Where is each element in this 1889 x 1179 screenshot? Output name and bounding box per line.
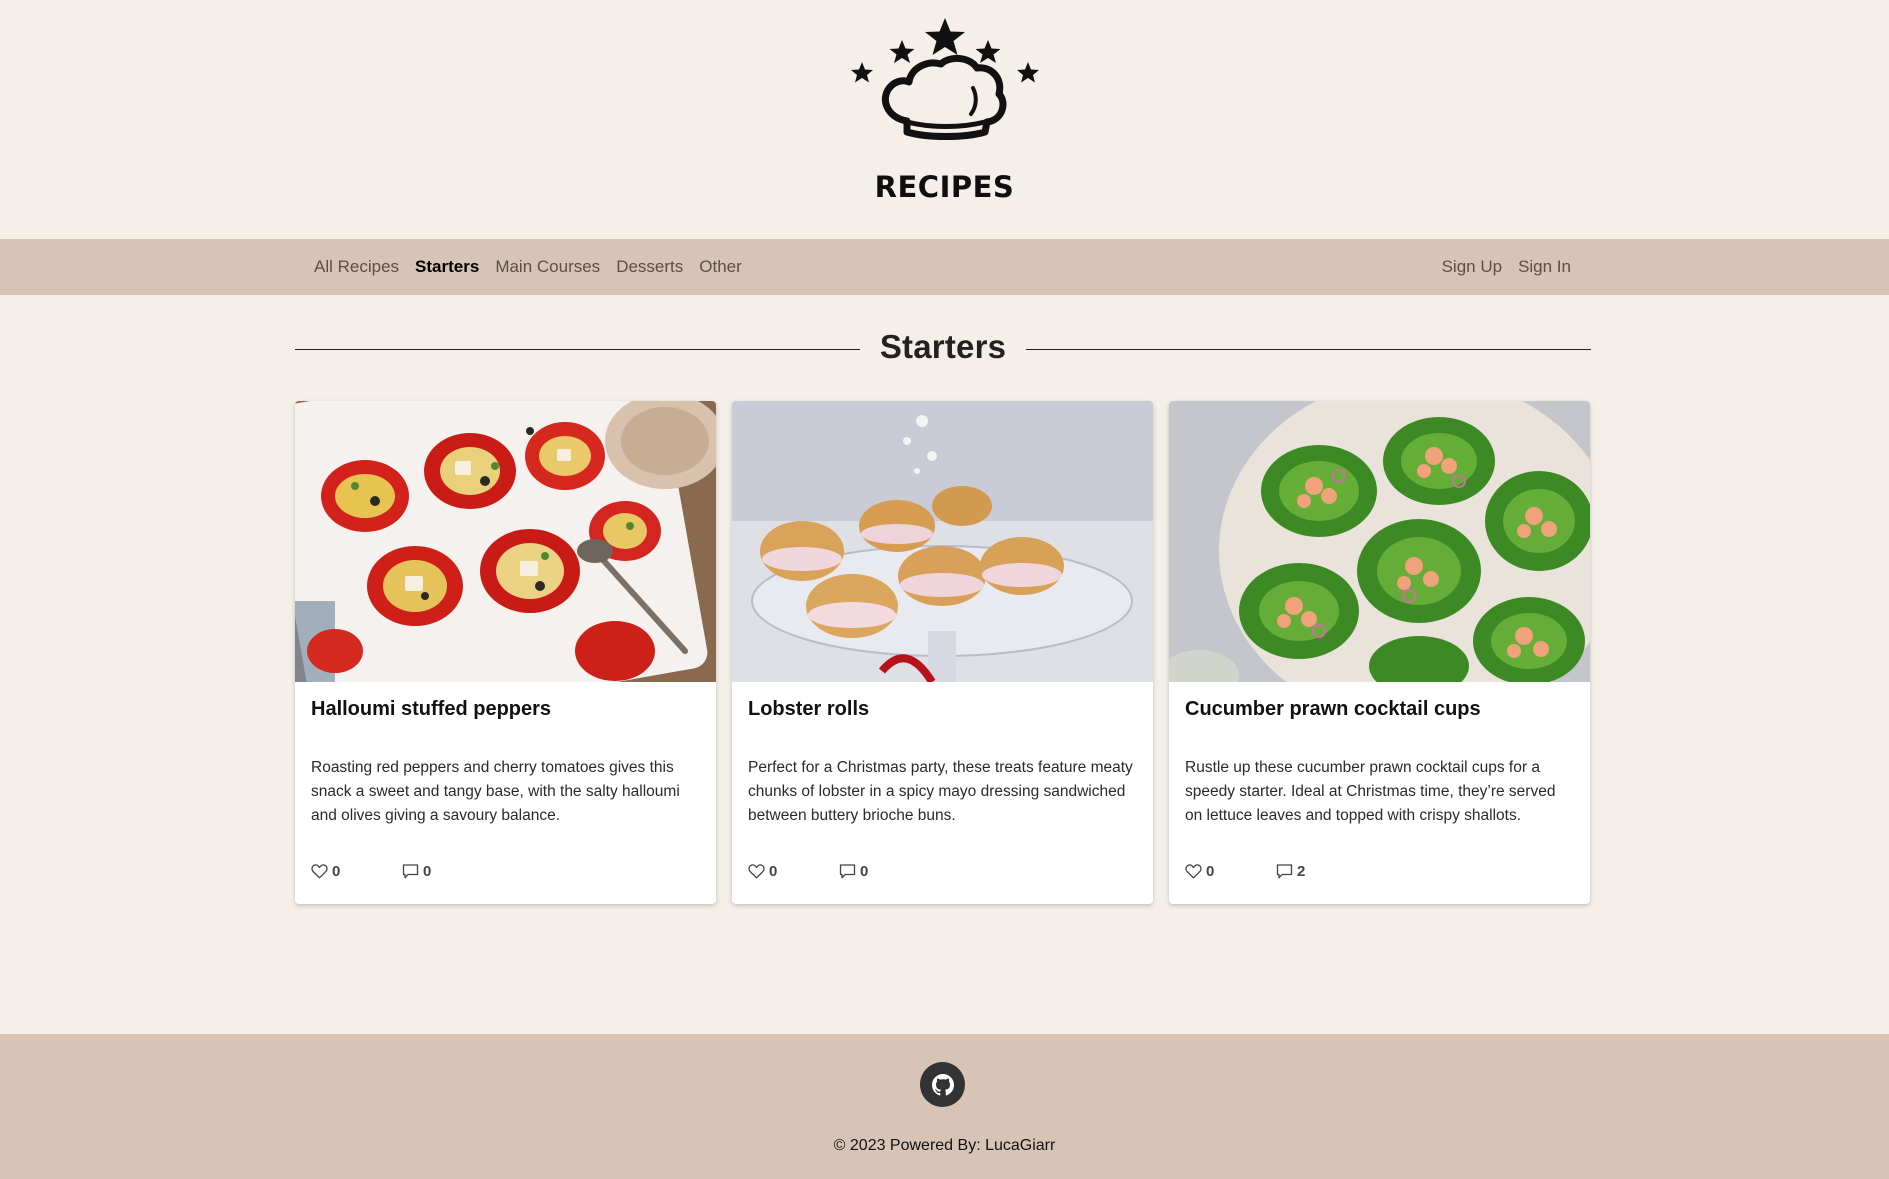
like-button[interactable]: 0 [1185, 863, 1276, 880]
chef-hat-logo-icon [850, 18, 1039, 140]
like-button[interactable]: 0 [748, 863, 839, 880]
recipe-description: Perfect for a Christmas party, these tre… [748, 759, 1133, 824]
recipe-image-cucumber-prawn-cocktail-cups[interactable] [1169, 401, 1590, 682]
comment-icon [839, 864, 856, 879]
recipe-card[interactable]: Lobster rolls Perfect for a Christmas pa… [732, 401, 1153, 904]
heart-icon [311, 864, 328, 879]
auth-nav: Sign Up Sign In [1434, 257, 1591, 277]
comment-icon [402, 864, 419, 879]
lobster-rolls-photo [732, 401, 1153, 682]
sign-in-link[interactable]: Sign In [1510, 257, 1591, 277]
nav-link-main-courses[interactable]: Main Courses [487, 257, 608, 277]
comment-count: 0 [423, 863, 432, 880]
like-button[interactable]: 0 [311, 863, 402, 880]
recipe-title[interactable]: Halloumi stuffed peppers [311, 682, 700, 728]
comment-button[interactable]: 2 [1276, 863, 1305, 880]
copyright-text: © 2023 Powered By: LucaGiarr [833, 1137, 1056, 1154]
category-nav: All Recipes Starters Main Courses Desser… [295, 257, 750, 277]
github-link[interactable] [920, 1062, 965, 1107]
comment-count: 2 [1297, 863, 1306, 880]
site-logo[interactable]: RECIPES [845, 16, 1045, 216]
comment-count: 0 [860, 863, 869, 880]
site-header: RECIPES [0, 0, 1889, 238]
recipe-image-halloumi-stuffed-peppers[interactable] [295, 401, 716, 682]
heading-divider-right [1026, 348, 1591, 350]
heading-divider-left [295, 348, 860, 350]
nav-link-other[interactable]: Other [691, 257, 750, 277]
comment-button[interactable]: 0 [402, 863, 431, 880]
section-heading: Starters [295, 325, 1591, 369]
recipe-description: Rustle up these cucumber prawn cocktail … [1185, 759, 1556, 824]
halloumi-stuffed-peppers-photo [295, 401, 716, 682]
page-title: Starters [879, 328, 1007, 365]
site-footer: © 2023 Powered By: LucaGiarr [0, 1034, 1889, 1179]
comment-icon [1276, 864, 1293, 879]
nav-link-desserts[interactable]: Desserts [608, 257, 691, 277]
card-actions: 0 0 [311, 863, 431, 880]
sign-up-link[interactable]: Sign Up [1434, 257, 1510, 277]
card-body: Cucumber prawn cocktail cups Rustle up t… [1169, 682, 1590, 828]
card-body: Halloumi stuffed peppers Roasting red pe… [295, 682, 716, 828]
navbar-inner: All Recipes Starters Main Courses Desser… [295, 239, 1591, 295]
like-count: 0 [769, 863, 778, 880]
recipe-card[interactable]: Cucumber prawn cocktail cups Rustle up t… [1169, 401, 1590, 904]
recipe-card-grid: Halloumi stuffed peppers Roasting red pe… [295, 401, 1591, 904]
like-count: 0 [332, 863, 341, 880]
recipe-title[interactable]: Cucumber prawn cocktail cups [1185, 682, 1574, 728]
card-actions: 0 0 [748, 863, 868, 880]
logo-text: RECIPES [874, 170, 1015, 204]
recipe-image-lobster-rolls[interactable] [732, 401, 1153, 682]
heart-icon [1185, 864, 1202, 879]
recipe-card[interactable]: Halloumi stuffed peppers Roasting red pe… [295, 401, 716, 904]
github-icon [931, 1073, 954, 1095]
comment-button[interactable]: 0 [839, 863, 868, 880]
card-body: Lobster rolls Perfect for a Christmas pa… [732, 682, 1153, 828]
main-navbar: All Recipes Starters Main Courses Desser… [0, 239, 1889, 295]
recipe-description: Roasting red peppers and cherry tomatoes… [311, 759, 680, 824]
heart-icon [748, 864, 765, 879]
recipe-title[interactable]: Lobster rolls [748, 682, 1137, 728]
nav-link-all-recipes[interactable]: All Recipes [295, 257, 407, 277]
cucumber-prawn-cocktail-cups-photo [1169, 401, 1590, 682]
nav-link-starters[interactable]: Starters [407, 257, 487, 277]
card-actions: 0 2 [1185, 863, 1305, 880]
like-count: 0 [1206, 863, 1215, 880]
